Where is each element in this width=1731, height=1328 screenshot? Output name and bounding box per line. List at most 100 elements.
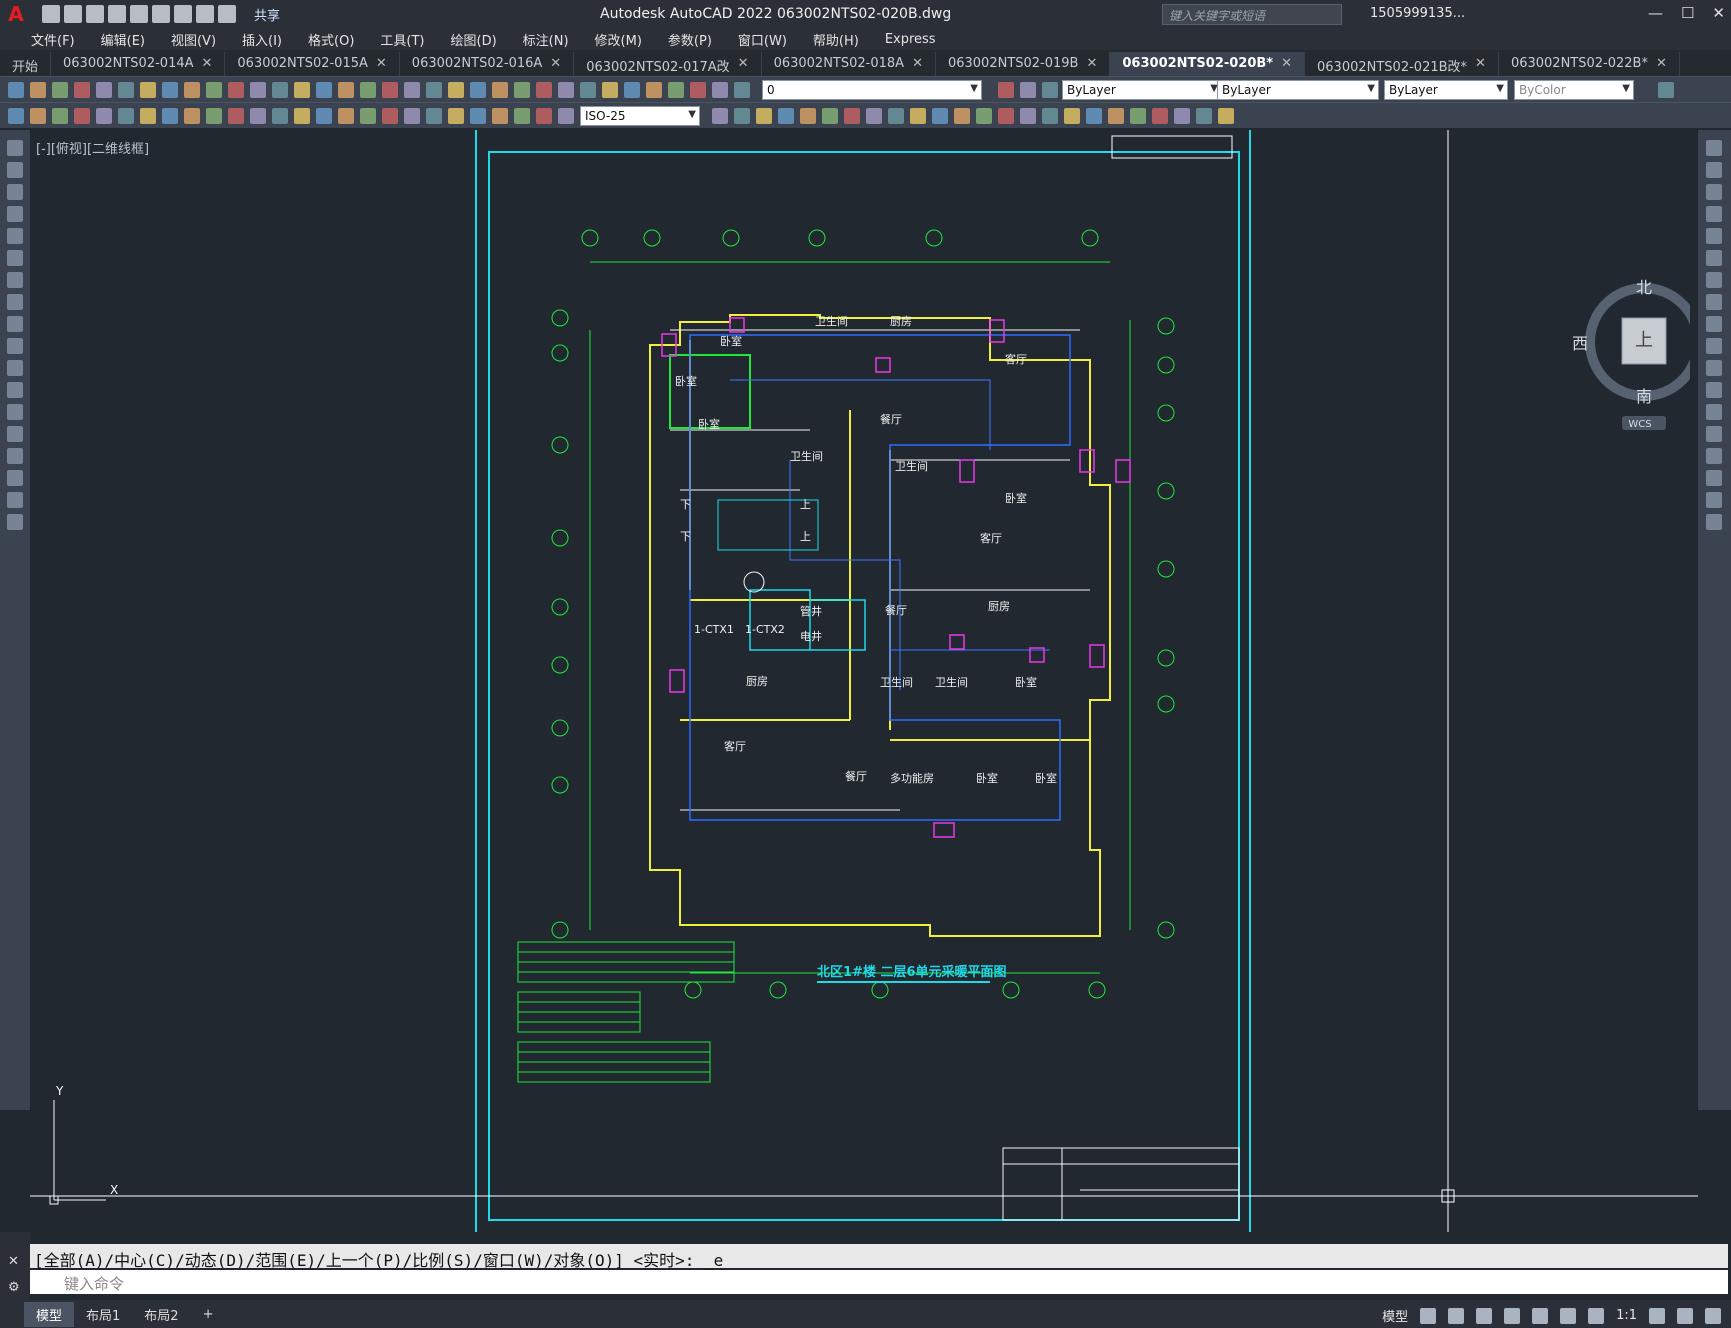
close-tab-icon[interactable]: ✕: [550, 56, 561, 76]
toolbar-button-icon[interactable]: [1196, 108, 1212, 124]
search-input[interactable]: 键入关键字或短语: [1162, 4, 1342, 25]
close-tab-icon[interactable]: ✕: [1281, 56, 1292, 76]
toolbar-button-icon[interactable]: [1086, 108, 1102, 124]
toolbar-button-icon[interactable]: [294, 82, 310, 98]
tool-icon[interactable]: [1706, 338, 1722, 354]
toolbar-button-icon[interactable]: [1064, 108, 1080, 124]
close-tab-icon[interactable]: ✕: [202, 56, 213, 76]
toolbar-button-icon[interactable]: [954, 108, 970, 124]
toolbar-button-icon[interactable]: [360, 108, 376, 124]
tool-icon[interactable]: [7, 404, 23, 420]
toolbar-button-icon[interactable]: [712, 108, 728, 124]
tool-icon[interactable]: [1706, 382, 1722, 398]
file-tab[interactable]: 063002NTS02-016A ✕: [400, 52, 575, 76]
toolbar-button-icon[interactable]: [602, 82, 618, 98]
toolbar-button-icon[interactable]: [690, 82, 706, 98]
save-web-icon[interactable]: [152, 5, 170, 23]
toolbar-button-icon[interactable]: [228, 108, 244, 124]
menu-item[interactable]: 标注(N): [510, 30, 582, 49]
toolbar-button-icon[interactable]: [1042, 108, 1058, 124]
toolbar-button-icon[interactable]: [404, 108, 420, 124]
model-tab[interactable]: 模型: [24, 1301, 75, 1327]
tool-icon[interactable]: [1706, 228, 1722, 244]
toolbar-button-icon[interactable]: [96, 108, 112, 124]
snap-icon[interactable]: [1448, 1307, 1465, 1324]
file-tab[interactable]: 063002NTS02-019B ✕: [936, 52, 1111, 76]
tool-icon[interactable]: [7, 184, 23, 200]
tool-icon[interactable]: [1706, 140, 1722, 156]
tool-icon[interactable]: [7, 206, 23, 222]
toolbar-button-icon[interactable]: [206, 82, 222, 98]
toolbar-button-icon[interactable]: [184, 82, 200, 98]
tool-icon[interactable]: [1706, 206, 1722, 222]
file-tab[interactable]: 063002NTS02-018A ✕: [762, 52, 936, 76]
toolbar-button-icon[interactable]: [8, 82, 24, 98]
layout1-tab[interactable]: 布局1: [74, 1302, 132, 1327]
menu-item[interactable]: 工具(T): [367, 30, 437, 49]
toolbar-button-icon[interactable]: [1020, 108, 1036, 124]
user-account[interactable]: 1505999135...: [1370, 6, 1465, 21]
toolbar-button-icon[interactable]: [932, 108, 948, 124]
toolbar-button-icon[interactable]: [294, 108, 310, 124]
viewcube[interactable]: 上 北 南 西 东 WCS: [1550, 270, 1698, 430]
toolbar-button-icon[interactable]: [118, 108, 134, 124]
toolbar-button-icon[interactable]: [162, 108, 178, 124]
toolbar-button-icon[interactable]: [74, 108, 90, 124]
menu-item[interactable]: 帮助(H): [800, 30, 872, 49]
close-tab-icon[interactable]: ✕: [1086, 56, 1097, 76]
viewport-label[interactable]: [-][俯视][二维线框]: [36, 138, 149, 157]
toolbar-button-icon[interactable]: [1042, 82, 1058, 98]
share-button[interactable]: 共享: [254, 5, 280, 24]
toolbar-button-icon[interactable]: [866, 108, 882, 124]
tool-icon[interactable]: [1706, 184, 1722, 200]
toolbar-button-icon[interactable]: [668, 82, 684, 98]
redo-icon[interactable]: [218, 5, 236, 23]
toolbar-button-icon[interactable]: [1108, 108, 1124, 124]
toolbar-button-icon[interactable]: [712, 82, 728, 98]
toolbar-button-icon[interactable]: [580, 82, 596, 98]
toolbar-button-icon[interactable]: [52, 82, 68, 98]
tool-icon[interactable]: [7, 470, 23, 486]
tool-icon[interactable]: [1706, 470, 1722, 486]
menu-item[interactable]: 文件(F): [18, 30, 88, 49]
ortho-icon[interactable]: [1476, 1307, 1493, 1324]
close-tab-icon[interactable]: ✕: [1475, 56, 1486, 76]
toolbar-button-icon[interactable]: [822, 108, 838, 124]
new-icon[interactable]: [42, 5, 60, 23]
layout2-tab[interactable]: 布局2: [132, 1302, 190, 1327]
tool-icon[interactable]: [7, 140, 23, 156]
model-space-button[interactable]: 模型: [1382, 1306, 1408, 1325]
plot-icon[interactable]: [174, 5, 192, 23]
toolbar-button-icon[interactable]: [470, 108, 486, 124]
menu-item[interactable]: Express: [872, 32, 949, 47]
open-web-icon[interactable]: [130, 5, 148, 23]
file-tab[interactable]: 063002NTS02-020B* ✕: [1110, 52, 1306, 76]
annotation-icon[interactable]: [1588, 1307, 1605, 1324]
toolbar-button-icon[interactable]: [426, 108, 442, 124]
customize-icon[interactable]: [1705, 1307, 1721, 1324]
tool-icon[interactable]: [1706, 294, 1722, 310]
tool-icon[interactable]: [1706, 514, 1722, 530]
customize-command-icon[interactable]: ⚙: [8, 1280, 20, 1295]
toolbar-button-icon[interactable]: [250, 108, 266, 124]
tool-icon[interactable]: [7, 294, 23, 310]
toolbar-button-icon[interactable]: [118, 82, 134, 98]
polar-icon[interactable]: [1504, 1307, 1521, 1324]
menu-item[interactable]: 格式(O): [295, 30, 367, 49]
toolbar-button-icon[interactable]: [844, 108, 860, 124]
toolbar-button-icon[interactable]: [30, 108, 46, 124]
tool-icon[interactable]: [1706, 316, 1722, 332]
toolbar-button-icon[interactable]: [536, 108, 552, 124]
tool-icon[interactable]: [7, 316, 23, 332]
toolbar-button-icon[interactable]: [558, 108, 574, 124]
toolbar-button-icon[interactable]: [426, 82, 442, 98]
toolbar-button-icon[interactable]: [316, 82, 332, 98]
menu-item[interactable]: 插入(I): [229, 30, 295, 49]
toolbar-button-icon[interactable]: [184, 108, 200, 124]
toolbar-button-icon[interactable]: [96, 82, 112, 98]
toolbar-button-icon[interactable]: [338, 82, 354, 98]
toolbar-button-icon[interactable]: [140, 82, 156, 98]
toolbar-button-icon[interactable]: [1152, 108, 1168, 124]
menu-item[interactable]: 视图(V): [158, 30, 229, 49]
menu-item[interactable]: 绘图(D): [438, 30, 510, 49]
